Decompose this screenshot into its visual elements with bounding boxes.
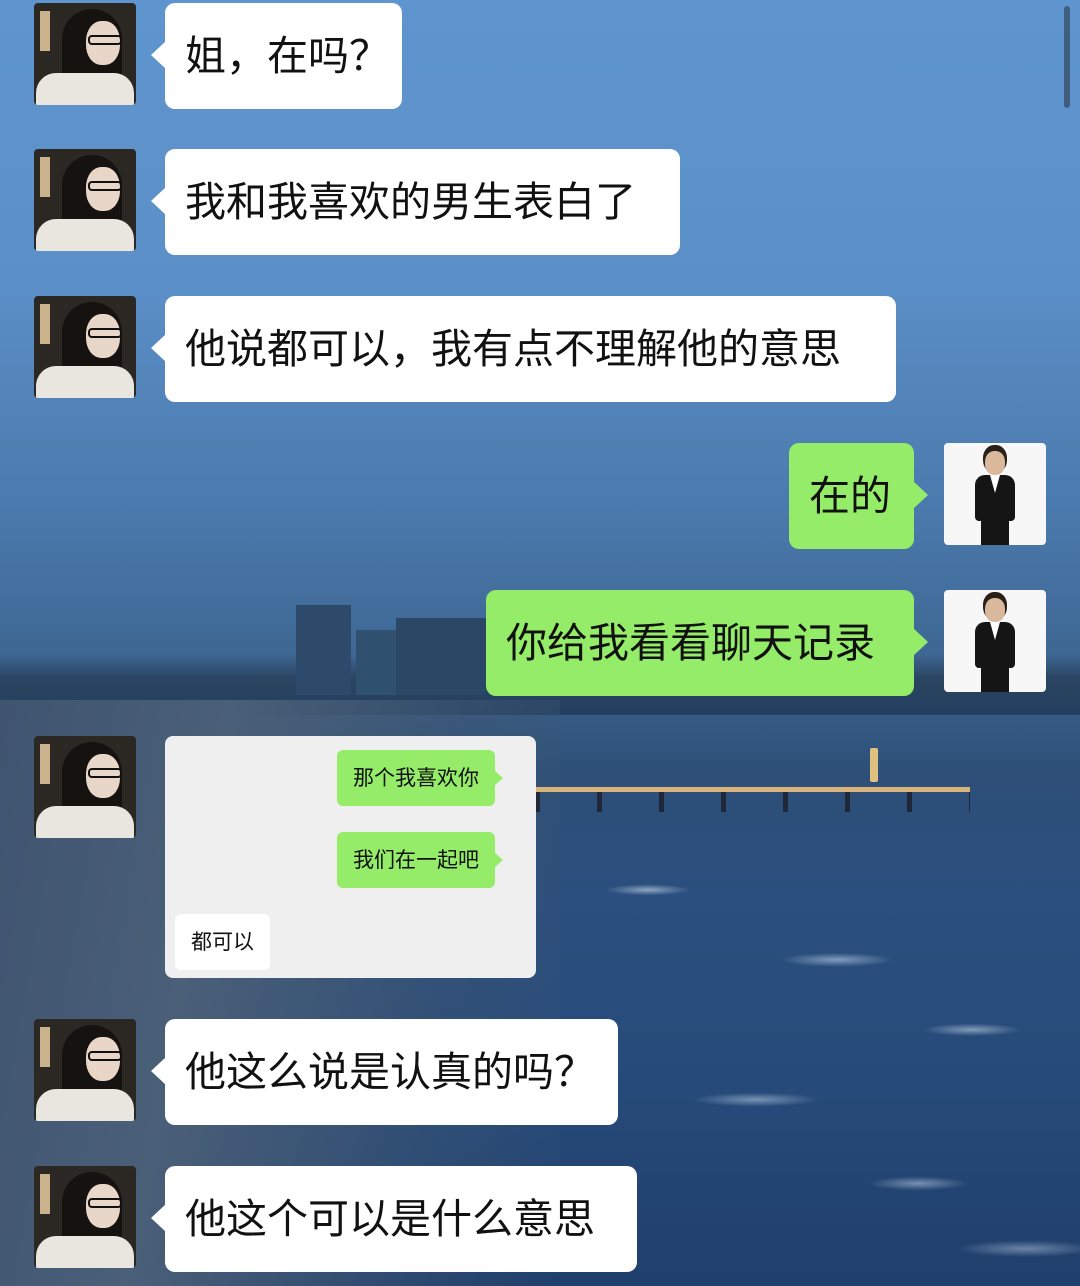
message-bubble[interactable]: 他说都可以，我有点不理解他的意思 [151, 296, 896, 402]
my-avatar[interactable] [944, 443, 1046, 545]
contact-avatar[interactable] [34, 296, 136, 398]
message-bubble[interactable]: 你给我看看聊天记录 [486, 590, 928, 696]
message-bubble[interactable]: 姐，在吗？ [151, 3, 402, 109]
contact-avatar[interactable] [34, 149, 136, 251]
my-avatar[interactable] [944, 590, 1046, 692]
contact-avatar[interactable] [34, 3, 136, 105]
background-buildings [296, 600, 486, 695]
screenshot-message: 我们在一起吧 [337, 832, 503, 888]
message-bubble[interactable]: 他这么说是认真的吗？ [151, 1019, 618, 1125]
contact-avatar[interactable] [34, 736, 136, 838]
screenshot-message: 都可以 [175, 914, 270, 970]
screenshot-message: 那个我喜欢你 [337, 750, 503, 806]
background-pier-light [870, 748, 878, 782]
background-pier [535, 784, 970, 814]
message-bubble[interactable]: 我和我喜欢的男生表白了 [151, 149, 680, 255]
message-bubble[interactable]: 他这个可以是什么意思 [151, 1166, 637, 1272]
contact-avatar[interactable] [34, 1166, 136, 1268]
contact-avatar[interactable] [34, 1019, 136, 1121]
scrollbar[interactable] [1064, 6, 1070, 108]
chat-screenshot-image[interactable]: 那个我喜欢你 我们在一起吧 都可以 [165, 736, 536, 978]
message-bubble[interactable]: 在的 [789, 443, 928, 549]
